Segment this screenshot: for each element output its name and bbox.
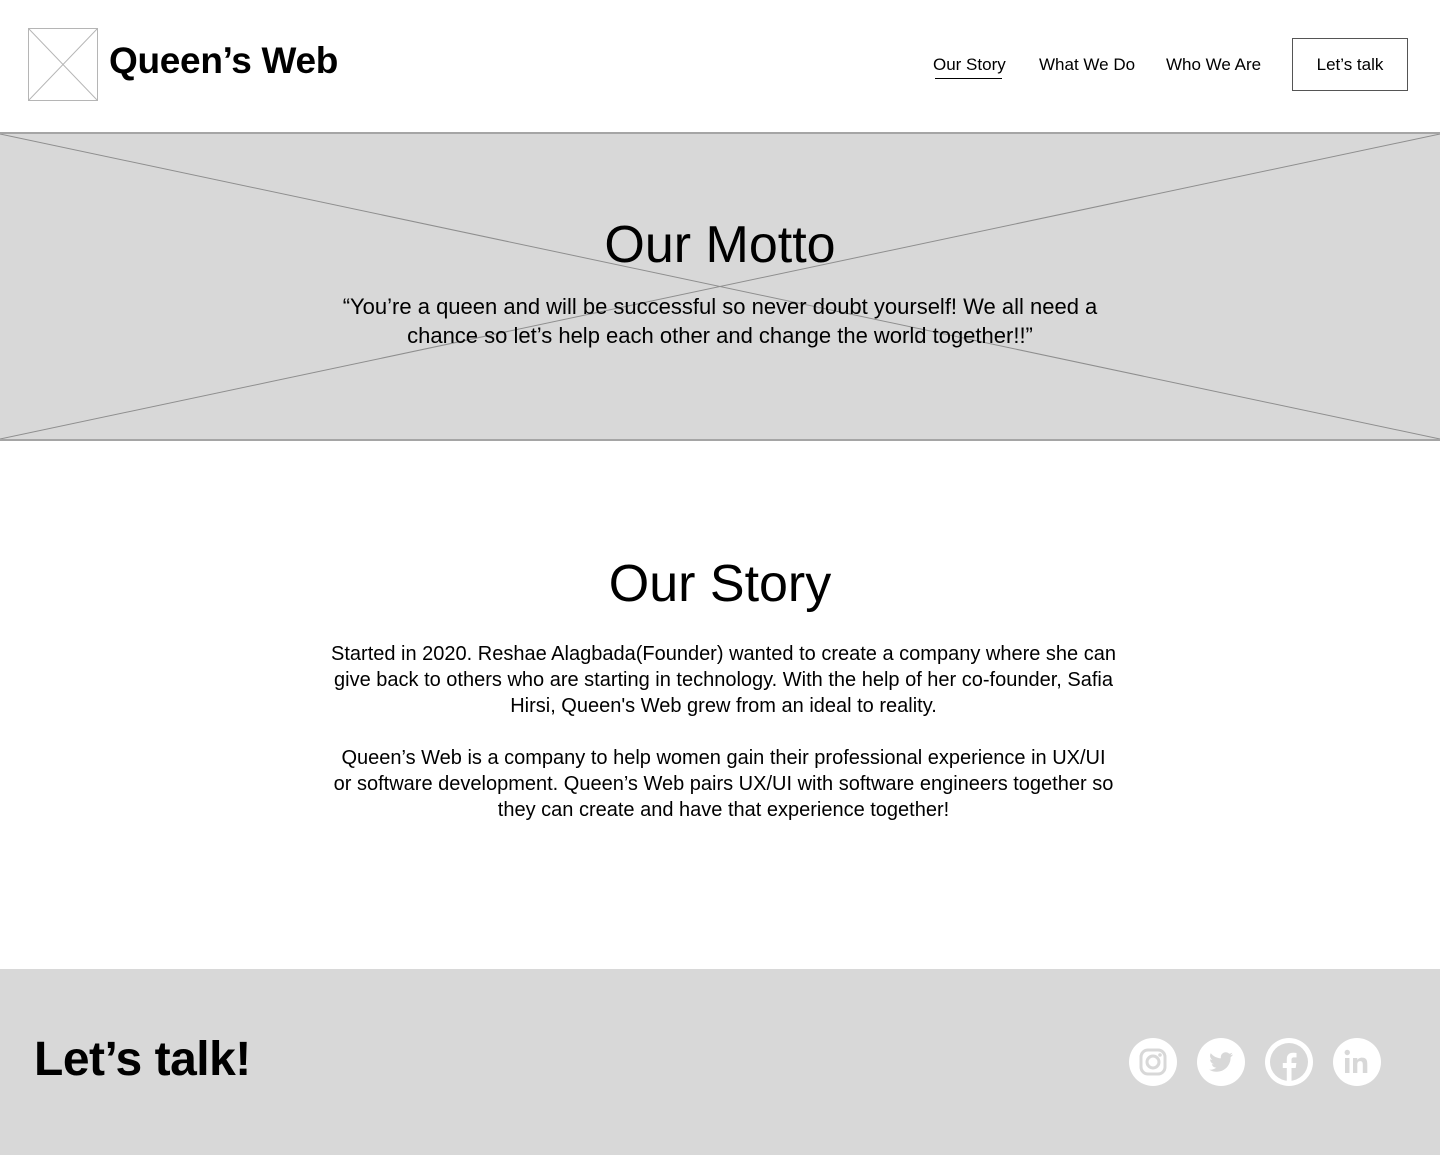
facebook-icon[interactable] (1265, 1038, 1313, 1086)
site-footer: Let’s talk! (0, 969, 1440, 1155)
motto-heading: Our Motto (604, 216, 836, 274)
story-heading: Our Story (608, 555, 832, 613)
story-paragraph: Started in 2020. Reshae Alagbada(Founder… (331, 643, 1116, 717)
lets-talk-button[interactable]: Let’s talk (1292, 38, 1408, 91)
image-placeholder-icon (29, 29, 97, 100)
footer-heading: Let’s talk! (34, 1033, 251, 1086)
story-paragraph: Queen’s Web is a company to help women g… (333, 747, 1114, 821)
nav-link-who-we-are[interactable]: Who We Are (1166, 52, 1261, 82)
nav-link-our-story[interactable]: Our Story (933, 52, 1006, 82)
logo-image-placeholder[interactable] (28, 28, 98, 101)
linkedin-icon[interactable] (1333, 1038, 1381, 1086)
instagram-icon[interactable] (1129, 1038, 1177, 1086)
twitter-icon[interactable] (1197, 1038, 1245, 1086)
hero-image-placeholder-icon (0, 134, 1440, 439)
brand-name[interactable]: Queen’s Web (109, 38, 338, 84)
motto-hero: Our Motto “You’re a queen and will be su… (0, 132, 1440, 441)
site-header: Queen’s Web Our Story What We Do Who We … (0, 0, 1440, 132)
nav-link-what-we-do[interactable]: What We Do (1039, 52, 1135, 82)
motto-quote: “You’re a queen and will be successful s… (342, 294, 1098, 348)
